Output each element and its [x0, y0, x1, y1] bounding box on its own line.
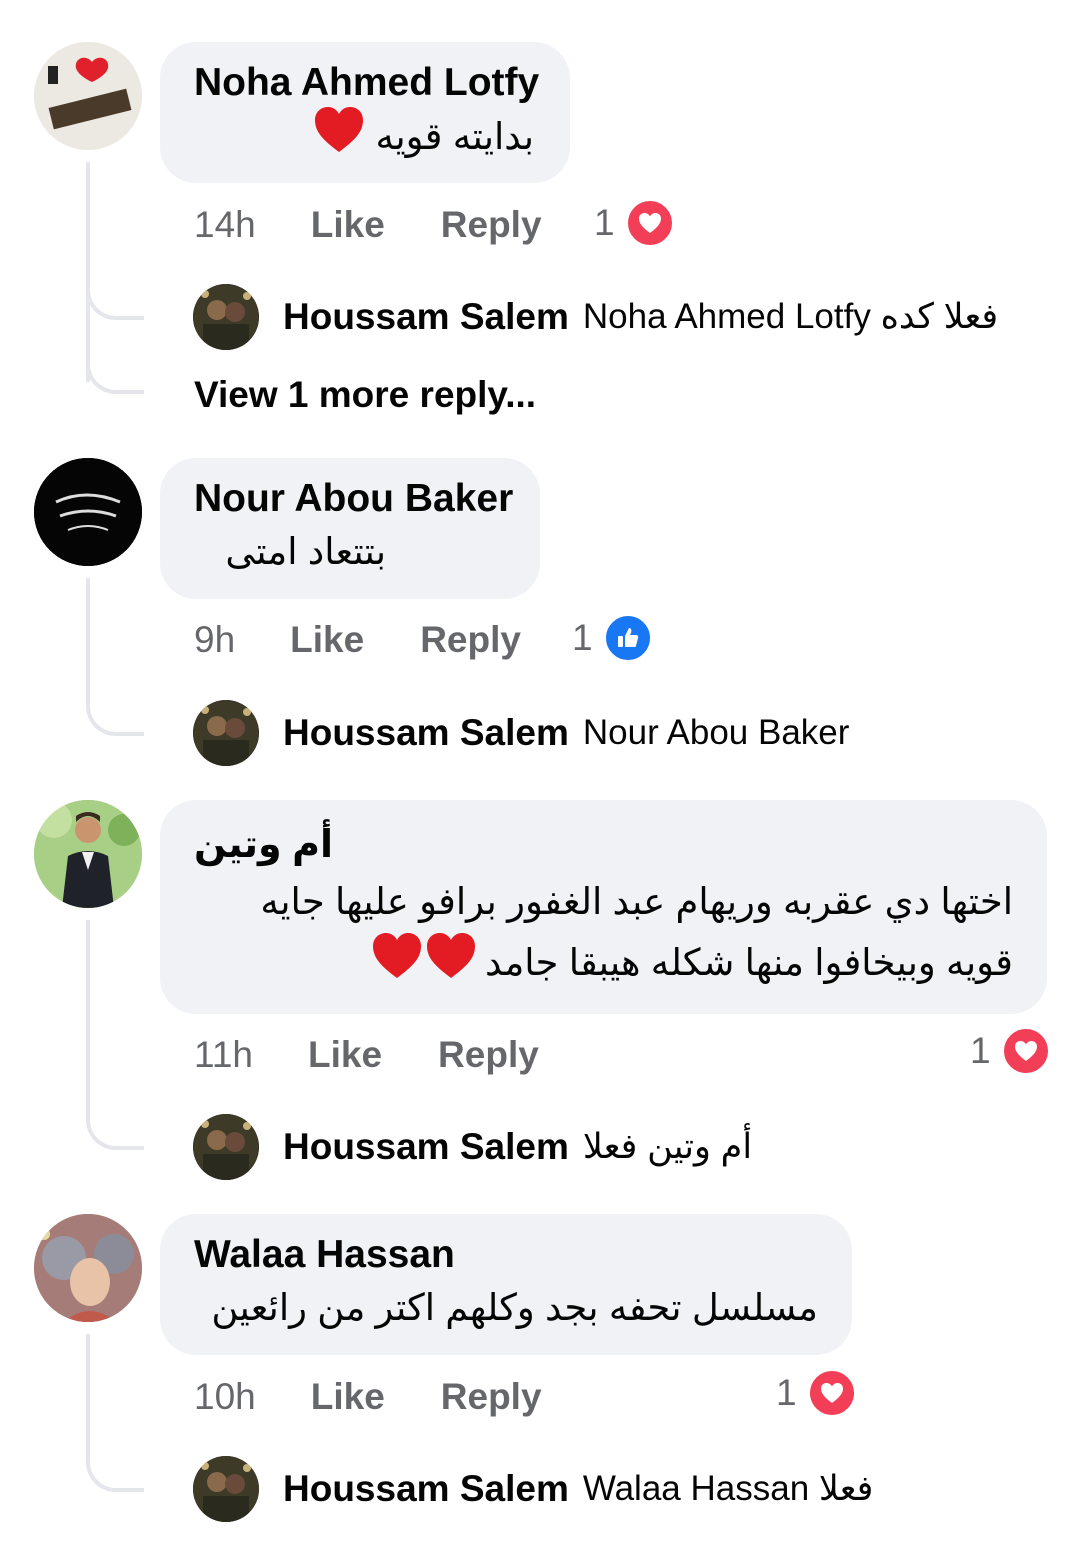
comment-author[interactable]: أم وتين: [194, 822, 1013, 868]
comment-actions: 10h Like Reply: [194, 1372, 542, 1422]
reply-preview[interactable]: Houssam Salem Walaa Hassan فعلا: [193, 1456, 873, 1522]
like-button[interactable]: Like: [290, 619, 364, 661]
comment-actions: 14h Like Reply: [194, 200, 542, 250]
timestamp[interactable]: 14h: [194, 204, 256, 246]
avatar[interactable]: [34, 800, 142, 908]
avatar[interactable]: [34, 42, 142, 150]
reaction-count: 1: [572, 617, 593, 658]
comment-actions: 11h Like Reply: [194, 1030, 539, 1080]
thumbs-up-icon: [602, 613, 653, 663]
reply-button[interactable]: Reply: [441, 1376, 542, 1418]
heart-icon: [1000, 1026, 1051, 1076]
comment-bubble: Nour Abou Baker بتتعاد امتى: [160, 458, 540, 599]
reply-author[interactable]: Houssam Salem: [283, 296, 569, 338]
reaction-summary[interactable]: 1: [594, 198, 675, 248]
comment-text: بدايته قويه: [194, 106, 536, 172]
reply-preview[interactable]: Houssam Salem Noha Ahmed Lotfy فعلا كده: [193, 284, 998, 350]
avatar[interactable]: [34, 458, 142, 566]
reply-button[interactable]: Reply: [438, 1034, 539, 1076]
reply-button[interactable]: Reply: [420, 619, 521, 661]
like-button[interactable]: Like: [311, 1376, 385, 1418]
timestamp[interactable]: 11h: [194, 1034, 253, 1076]
comment-bubble: Noha Ahmed Lotfy بدايته قويه: [160, 42, 570, 183]
comment-author[interactable]: Nour Abou Baker: [194, 476, 513, 522]
heart-icon: [806, 1368, 857, 1418]
comment-text-line: اختها دي عقربه وريهام عبد الغفور برافو ع…: [260, 881, 1013, 922]
reply-text: Nour Abou Baker: [582, 713, 850, 752]
reply-author[interactable]: Houssam Salem: [283, 1126, 569, 1168]
reply-preview[interactable]: Houssam Salem أم وتين فعلا: [193, 1114, 752, 1180]
reaction-summary[interactable]: 1: [572, 613, 653, 663]
reaction-summary[interactable]: 1: [776, 1368, 857, 1418]
view-more-replies-link[interactable]: View 1 more reply...: [194, 374, 536, 416]
comment-text: مسلسل تحفه بجد وكلهم اكتر من رائعين: [211, 1287, 818, 1328]
comment-bubble: أم وتين اختها دي عقربه وريهام عبد الغفور…: [160, 800, 1047, 1014]
heart-emoji-icon: [371, 932, 475, 998]
comment-bubble: Walaa Hassan مسلسل تحفه بجد وكلهم اكتر م…: [160, 1214, 852, 1355]
avatar[interactable]: [193, 700, 259, 766]
reply-preview[interactable]: Houssam Salem Nour Abou Baker: [193, 700, 849, 766]
reply-text: Noha Ahmed Lotfy فعلا كده: [582, 297, 999, 336]
reply-author[interactable]: Houssam Salem: [283, 1468, 569, 1510]
reaction-count: 1: [776, 1372, 797, 1413]
reply-text: أم وتين فعلا: [582, 1127, 753, 1166]
reaction-summary[interactable]: 1: [970, 1026, 1051, 1076]
comment-text: بتتعاد امتى: [225, 531, 386, 572]
avatar[interactable]: [34, 1214, 142, 1322]
heart-icon: [624, 198, 675, 248]
avatar[interactable]: [193, 1114, 259, 1180]
timestamp[interactable]: 9h: [194, 619, 235, 661]
comment-author[interactable]: Walaa Hassan: [194, 1232, 818, 1278]
reaction-count: 1: [594, 202, 615, 243]
like-button[interactable]: Like: [308, 1034, 382, 1076]
reply-text: Walaa Hassan فعلا: [582, 1469, 874, 1508]
avatar[interactable]: [193, 284, 259, 350]
avatar[interactable]: [193, 1456, 259, 1522]
comment-text-line: قويه وبيخافوا منها شكله هيبقا جامد: [194, 932, 1013, 998]
reply-button[interactable]: Reply: [441, 204, 542, 246]
reaction-count: 1: [970, 1030, 991, 1071]
comment-actions: 9h Like Reply: [194, 615, 521, 665]
comment-author[interactable]: Noha Ahmed Lotfy: [194, 60, 539, 106]
heart-emoji-icon: [313, 106, 365, 172]
timestamp[interactable]: 10h: [194, 1376, 256, 1418]
like-button[interactable]: Like: [311, 204, 385, 246]
reply-author[interactable]: Houssam Salem: [283, 712, 569, 754]
